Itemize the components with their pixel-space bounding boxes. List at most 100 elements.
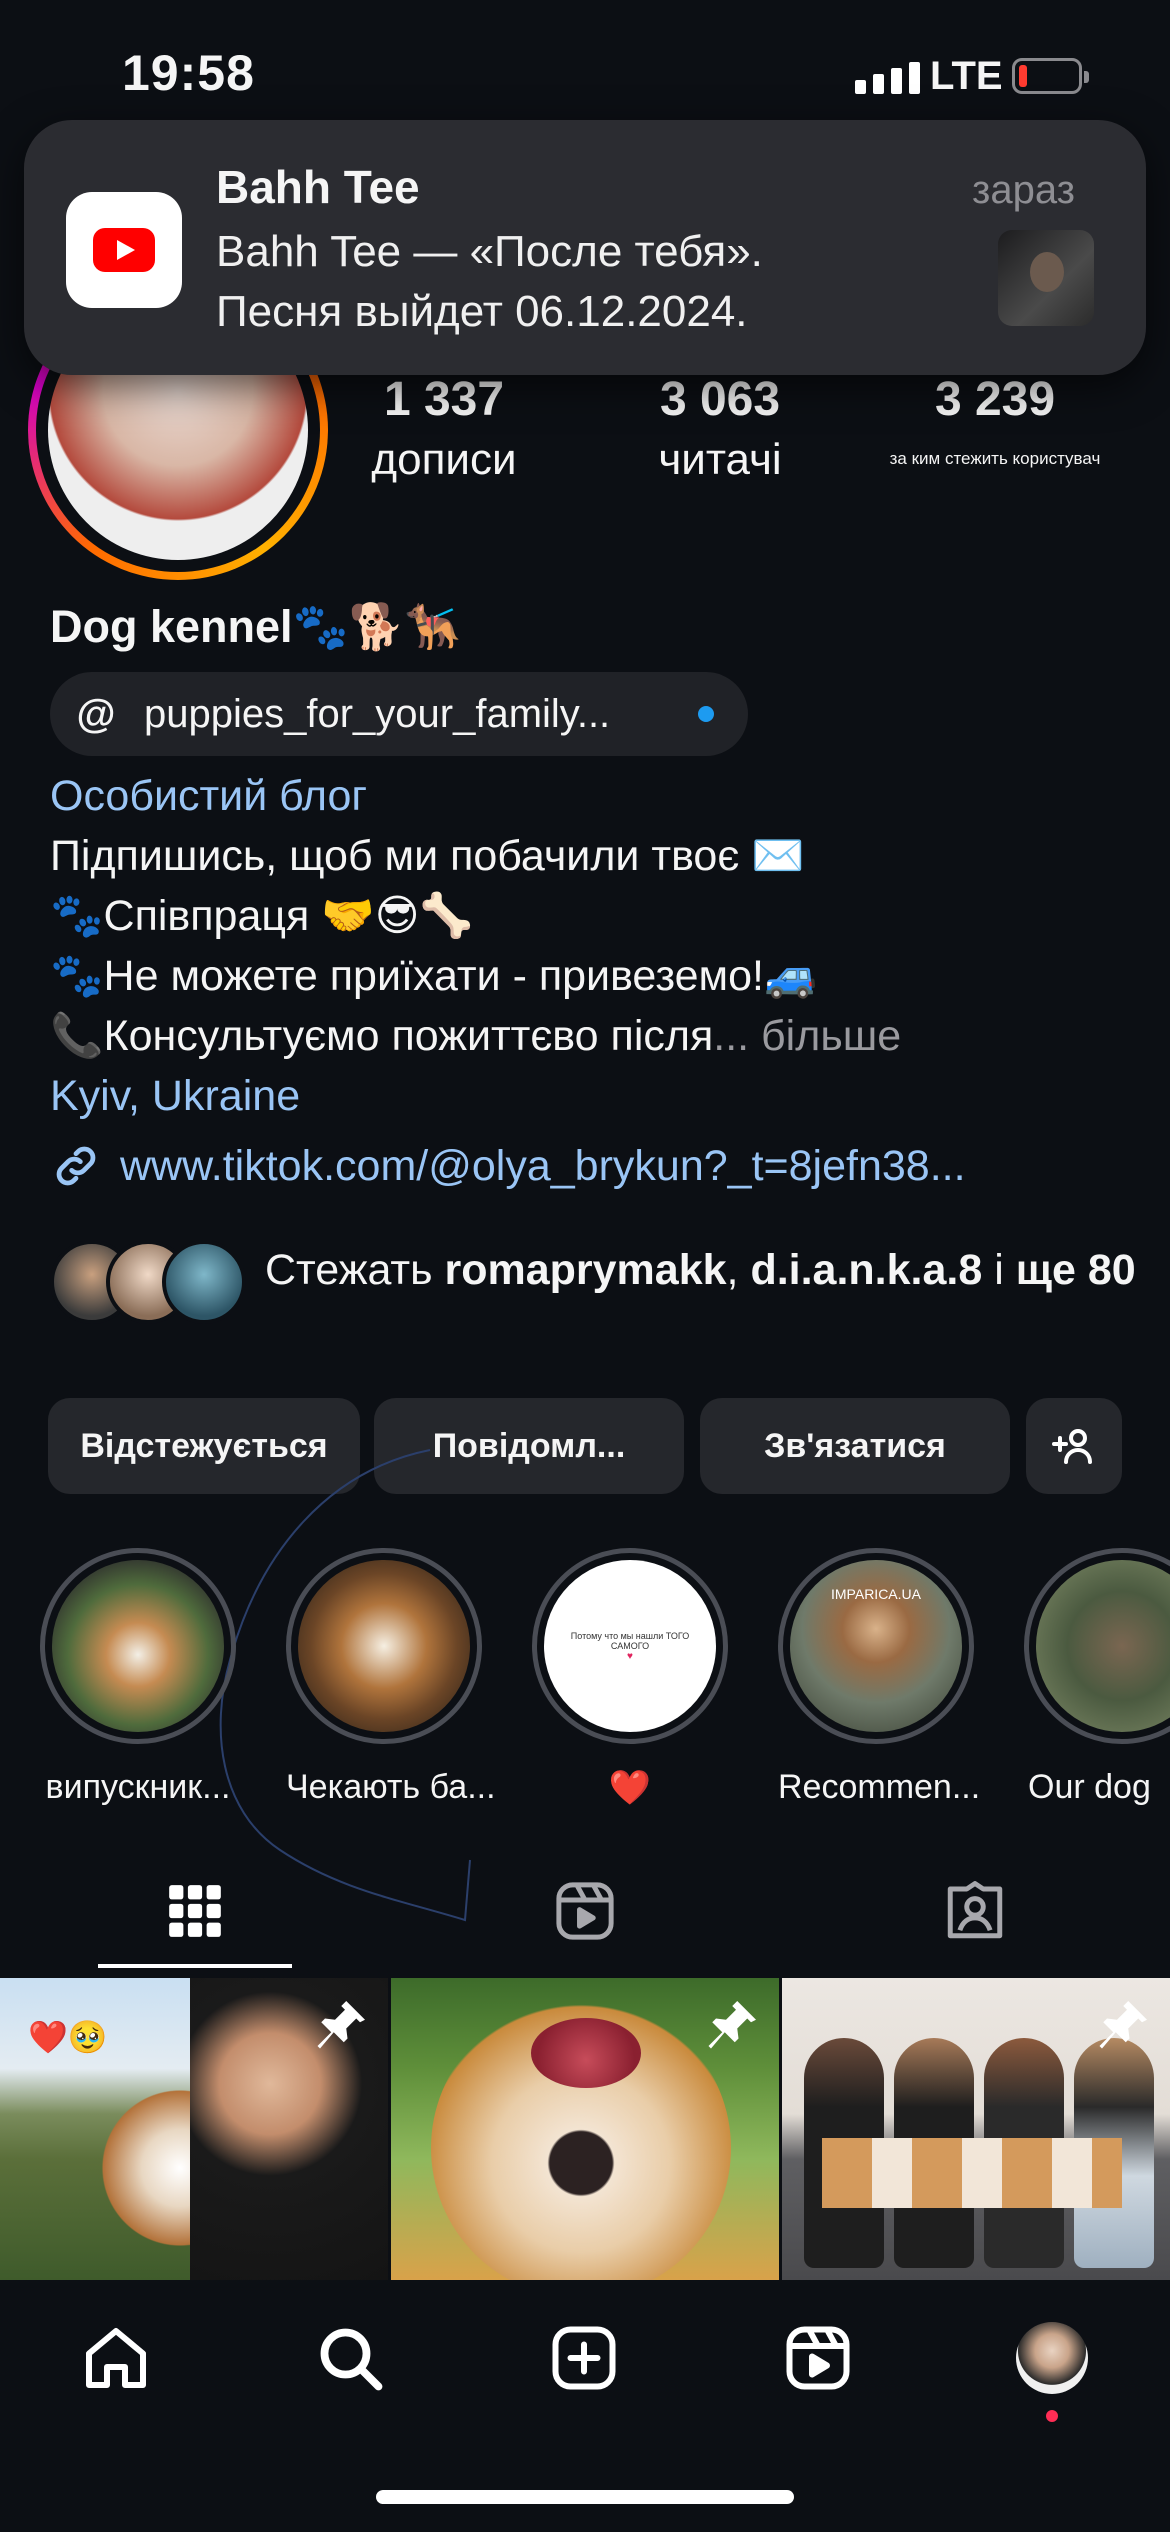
threads-icon: @ bbox=[76, 692, 116, 736]
contact-button[interactable]: Зв'язатися bbox=[700, 1398, 1010, 1494]
battery-icon bbox=[1012, 58, 1089, 94]
highlight-item[interactable]: Чекають ба... bbox=[286, 1548, 496, 1807]
followers-prefix: Стежать bbox=[265, 1246, 445, 1294]
stat-followers-label: читачі bbox=[658, 435, 782, 484]
avatar bbox=[162, 1240, 246, 1324]
highlight-ring bbox=[286, 1548, 482, 1744]
highlight-label: Чекають ба... bbox=[286, 1768, 496, 1806]
mutual-followers-avatars[interactable] bbox=[50, 1240, 246, 1324]
notification-dot bbox=[698, 706, 714, 722]
separator: і bbox=[982, 1246, 1016, 1294]
stat-posts-label: дописи bbox=[371, 435, 517, 484]
pin-icon bbox=[1099, 2001, 1147, 2049]
highlight-image: IMPARICA.UA bbox=[790, 1560, 962, 1732]
highlight-ring: Потому что мы нашли ТОГО САМОГО ♥ bbox=[532, 1548, 728, 1744]
notification-thumbnail bbox=[998, 230, 1094, 326]
add-user-button[interactable] bbox=[1026, 1398, 1122, 1494]
highlight-label: ❤️ bbox=[608, 1769, 652, 1807]
stat-posts[interactable]: 1 337 дописи bbox=[334, 372, 554, 485]
tab-posts-grid[interactable] bbox=[160, 1876, 230, 1946]
profile-bio: Особистий блог Підпишись, щоб ми побачил… bbox=[50, 766, 1140, 1126]
bio-more-link[interactable]: більше bbox=[761, 1012, 901, 1060]
stat-following-label: за ким стежить користувач bbox=[889, 449, 1101, 468]
stat-following[interactable]: 3 239 за ким стежить користувач bbox=[885, 372, 1105, 469]
home-indicator[interactable] bbox=[376, 2490, 794, 2504]
highlight-ring bbox=[40, 1548, 236, 1744]
notification-time: зараз bbox=[972, 168, 1075, 212]
highlight-item[interactable]: випускник... bbox=[40, 1548, 236, 1807]
notification-body-line: Песня выйдет 06.12.2024. bbox=[216, 287, 748, 336]
stat-followers-value: 3 063 bbox=[659, 373, 781, 426]
highlight-label: Recommen... bbox=[778, 1768, 981, 1806]
profile-avatar bbox=[1016, 2322, 1088, 2394]
profile-name: Dog kennel🐾🐕🐕‍🦺 bbox=[50, 600, 461, 653]
highlight-card-text: Потому что мы нашли ТОГО САМОГО bbox=[570, 1630, 690, 1651]
nav-search[interactable] bbox=[312, 2320, 388, 2396]
highlight-item[interactable]: Our dog bbox=[1024, 1548, 1170, 1807]
youtube-icon bbox=[66, 192, 182, 308]
reels-icon bbox=[556, 1882, 614, 1940]
profile-link[interactable]: www.tiktok.com/@olya_brykun?_t=8jefn38..… bbox=[50, 1140, 966, 1192]
search-icon bbox=[320, 2328, 383, 2391]
nav-profile[interactable] bbox=[1014, 2320, 1090, 2396]
create-icon bbox=[552, 2326, 616, 2390]
bio-line: 📞Консультуємо пожиттєво після bbox=[50, 1012, 714, 1060]
threads-badge[interactable]: @ puppies_for_your_family... bbox=[50, 672, 748, 756]
nav-reels[interactable] bbox=[780, 2320, 856, 2396]
pin-icon bbox=[708, 2001, 756, 2049]
profile-location[interactable]: Kyiv, Ukraine bbox=[50, 1066, 1140, 1126]
reels-icon bbox=[786, 2326, 850, 2390]
nav-create[interactable] bbox=[546, 2320, 622, 2396]
notification-body-line: Bahh Tee — «После тебя». bbox=[216, 227, 763, 276]
mutual-followers-text[interactable]: Стежать romaprymakk, d.i.a.n.k.a.8 і ще … bbox=[265, 1240, 1145, 1300]
nav-home[interactable] bbox=[78, 2320, 154, 2396]
tab-tagged[interactable] bbox=[940, 1876, 1010, 1946]
highlight-item[interactable]: Потому что мы нашли ТОГО САМОГО ♥ ❤️ bbox=[532, 1548, 728, 1808]
profile-name-text: Dog kennel bbox=[50, 601, 293, 652]
highlight-image bbox=[52, 1560, 224, 1732]
highlight-ring: IMPARICA.UA bbox=[778, 1548, 974, 1744]
highlight-overlay-text: IMPARICA.UA bbox=[831, 1586, 921, 1602]
status-time: 19:58 bbox=[122, 45, 255, 101]
notification-dot bbox=[1046, 2410, 1058, 2422]
tagged-icon bbox=[947, 1881, 1003, 1939]
highlight-item[interactable]: IMPARICA.UA Recommen... bbox=[778, 1548, 981, 1807]
tab-reels[interactable] bbox=[550, 1876, 620, 1946]
bio-line-last: 📞Консультуємо пожиттєво після... більше bbox=[50, 1012, 902, 1060]
threads-handle: puppies_for_your_family... bbox=[144, 692, 611, 736]
post-caption-emoji: ❤️🥹 bbox=[28, 2019, 108, 2055]
post-thumbnail[interactable] bbox=[782, 1978, 1170, 2280]
home-icon bbox=[86, 2328, 146, 2388]
followers-more: ще 80 bbox=[1015, 1246, 1136, 1294]
stat-following-value: 3 239 bbox=[934, 373, 1056, 426]
follower-username: d.i.a.n.k.a.8 bbox=[750, 1246, 983, 1294]
notification-body: Bahh Tee — «После тебя». Песня выйдет 06… bbox=[216, 222, 976, 342]
network-type: LTE bbox=[930, 54, 1003, 98]
add-user-icon bbox=[1052, 1429, 1092, 1464]
bio-line: 🐾Не можете приїхати - привеземо!🚙 bbox=[50, 952, 818, 1000]
pin-icon bbox=[317, 2001, 365, 2049]
highlight-label: Our dog bbox=[1028, 1768, 1151, 1806]
stat-posts-value: 1 337 bbox=[383, 373, 505, 426]
highlight-image bbox=[1036, 1560, 1170, 1732]
post-thumbnail[interactable] bbox=[391, 1978, 779, 2280]
highlight-label: випускник... bbox=[45, 1768, 231, 1806]
highlight-image bbox=[298, 1560, 470, 1732]
push-notification[interactable]: Bahh Tee Bahh Tee — «После тебя». Песня … bbox=[24, 120, 1146, 375]
bio-line: Підпишись, щоб ми побачили твоє ✉️ bbox=[50, 832, 805, 880]
bio-line: 🐾Співпраця 🤝😎🦴 bbox=[50, 892, 474, 940]
separator: , bbox=[726, 1246, 751, 1294]
notification-title: Bahh Tee bbox=[216, 161, 420, 213]
follower-username: romaprymakk bbox=[444, 1246, 727, 1294]
highlight-image: Потому что мы нашли ТОГО САМОГО ♥ bbox=[544, 1560, 716, 1732]
highlight-ring bbox=[1024, 1548, 1170, 1744]
stat-followers[interactable]: 3 063 читачі bbox=[610, 372, 830, 485]
tab-active-indicator bbox=[98, 1964, 292, 1968]
profile-category: Особистий блог bbox=[50, 772, 368, 820]
grid-icon bbox=[169, 1885, 221, 1937]
profile-name-emoji: 🐾🐕🐕‍🦺 bbox=[292, 601, 461, 652]
post-thumbnail[interactable]: ❤️🥹 bbox=[0, 1978, 388, 2280]
profile-link-text: www.tiktok.com/@olya_brykun?_t=8jefn38..… bbox=[120, 1141, 966, 1190]
signal-icon bbox=[855, 62, 920, 94]
link-icon bbox=[56, 1146, 96, 1186]
